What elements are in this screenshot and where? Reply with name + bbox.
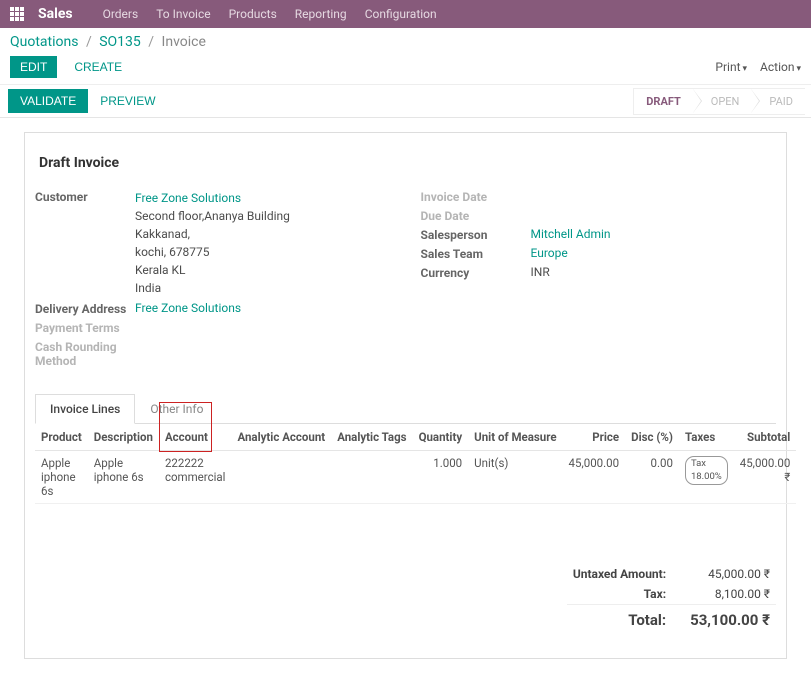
table-row[interactable]: Apple iphone 6s Apple iphone 6s 222222 c…: [35, 451, 796, 504]
salesperson-link[interactable]: Mitchell Admin: [531, 227, 777, 241]
validate-button[interactable]: VALIDATE: [8, 89, 88, 113]
cell-product: Apple iphone 6s: [35, 451, 88, 504]
cell-disc: 0.00: [625, 451, 679, 504]
col-analytic-tags: Analytic Tags: [331, 424, 412, 451]
invoice-lines-table: Product Description Account Analytic Acc…: [35, 424, 796, 504]
apps-icon[interactable]: [10, 7, 24, 21]
preview-button[interactable]: PREVIEW: [92, 89, 163, 113]
col-price: Price: [563, 424, 626, 451]
col-product: Product: [35, 424, 88, 451]
cell-tax: Tax 18.00%: [679, 451, 734, 504]
label-cash-rounding: Cash Rounding Method: [35, 339, 135, 368]
col-account: Account: [159, 424, 232, 451]
brand: Sales: [38, 6, 73, 22]
customer-value: Free Zone Solutions Second floor,Ananya …: [135, 189, 391, 297]
form-sheet: Draft Invoice Customer Free Zone Solutio…: [24, 132, 787, 659]
action-menu[interactable]: Action▾: [760, 60, 801, 74]
nav-reporting[interactable]: Reporting: [295, 7, 347, 21]
label-sales-team: Sales Team: [421, 246, 531, 261]
untaxed-value: 45,000.00 ₹: [684, 564, 776, 584]
customer-link[interactable]: Free Zone Solutions: [135, 189, 391, 207]
sales-team-link[interactable]: Europe: [531, 246, 777, 260]
cell-analytic-tags: [331, 451, 412, 504]
total-label: Total:: [567, 605, 684, 633]
breadcrumb: Quotations / SO135 / Invoice: [10, 34, 206, 50]
col-taxes: Taxes: [679, 424, 734, 451]
untaxed-label: Untaxed Amount:: [567, 564, 684, 584]
cell-analytic-account: [231, 451, 331, 504]
label-customer: Customer: [35, 189, 135, 204]
nav-configuration[interactable]: Configuration: [365, 7, 437, 21]
crumb-quotations[interactable]: Quotations: [10, 34, 78, 50]
nav-orders[interactable]: Orders: [103, 7, 139, 21]
col-disc: Disc (%): [625, 424, 679, 451]
crumb-so[interactable]: SO135: [99, 34, 141, 50]
currency-value: INR: [531, 265, 777, 279]
cell-qty: 1.000: [413, 451, 469, 504]
label-currency: Currency: [421, 265, 531, 280]
crumb-current: Invoice: [162, 34, 206, 50]
chevron-down-icon: ▾: [796, 64, 801, 74]
nav-to-invoice[interactable]: To Invoice: [156, 7, 210, 21]
tax-badge: Tax 18.00%: [685, 456, 728, 485]
create-button[interactable]: CREATE: [64, 56, 132, 78]
cell-uom: Unit(s): [468, 451, 562, 504]
totals: Untaxed Amount:45,000.00 ₹ Tax:8,100.00 …: [35, 564, 776, 632]
cell-subtotal: 45,000.00 ₹: [734, 451, 797, 504]
tax-label: Tax:: [567, 584, 684, 605]
print-menu[interactable]: Print▾: [715, 60, 747, 74]
col-description: Description: [88, 424, 159, 451]
chevron-down-icon: ▾: [743, 64, 748, 74]
col-subtotal: Subtotal: [734, 424, 797, 451]
tab-invoice-lines[interactable]: Invoice Lines: [35, 394, 135, 424]
col-uom: Unit of Measure: [468, 424, 562, 451]
label-salesperson: Salesperson: [421, 227, 531, 242]
status-draft[interactable]: DRAFT: [633, 88, 693, 115]
label-payment-terms: Payment Terms: [35, 320, 135, 335]
top-nav: Sales Orders To Invoice Products Reporti…: [0, 0, 811, 28]
delivery-link[interactable]: Free Zone Solutions: [135, 301, 391, 315]
nav-products[interactable]: Products: [229, 7, 277, 21]
cell-description: Apple iphone 6s: [88, 451, 159, 504]
total-value: 53,100.00 ₹: [684, 605, 776, 633]
edit-button[interactable]: EDIT: [10, 56, 57, 78]
cell-account: 222222 commercial: [159, 451, 232, 504]
col-quantity: Quantity: [413, 424, 469, 451]
col-analytic-account: Analytic Account: [231, 424, 331, 451]
label-due-date: Due Date: [421, 208, 531, 223]
tab-other-info[interactable]: Other Info: [135, 394, 218, 424]
label-delivery: Delivery Address: [35, 301, 135, 316]
status-bar: DRAFT OPEN PAID: [633, 85, 811, 117]
label-invoice-date: Invoice Date: [421, 189, 531, 204]
tax-value: 8,100.00 ₹: [684, 584, 776, 605]
tab-bar: Invoice Lines Other Info: [35, 394, 776, 424]
cell-price: 45,000.00: [563, 451, 626, 504]
page-title: Draft Invoice: [39, 155, 776, 171]
